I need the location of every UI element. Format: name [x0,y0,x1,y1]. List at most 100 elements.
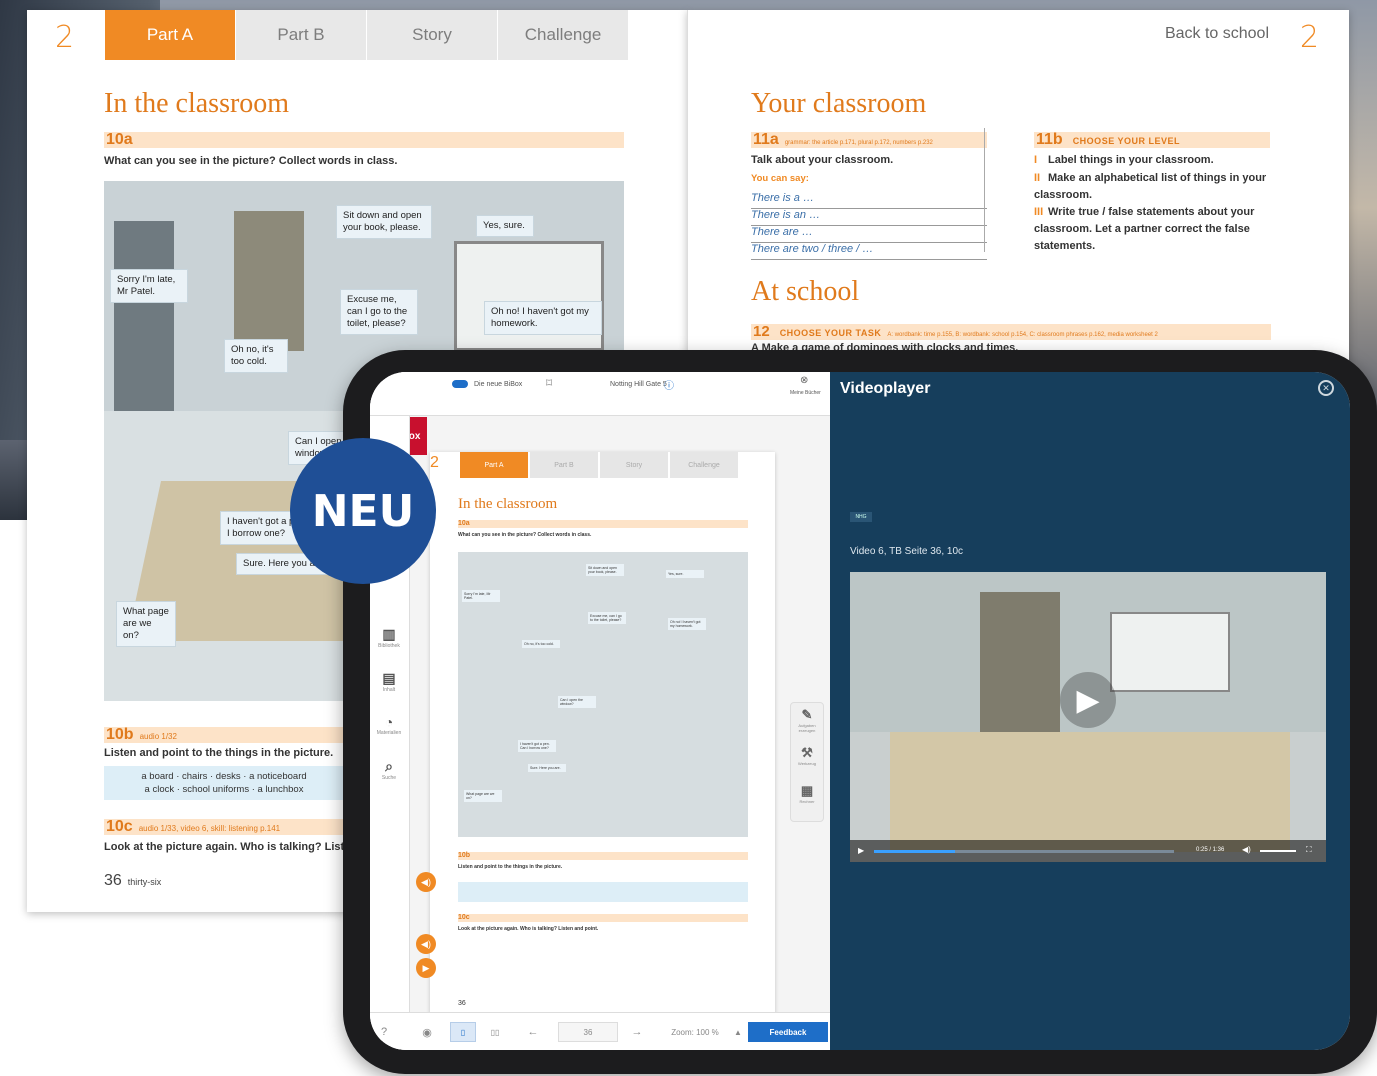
task-10b: 10b audio 1/32 [104,727,344,743]
mini-task-10b: 10b [458,852,748,860]
speech-bubble: Excuse me, can I go to the toilet, pleas… [340,289,418,335]
unit-number: 2 [55,20,75,55]
video-frame[interactable]: ▶ ▶ 0:25 / 1:36 ◀) ⛶ [850,572,1326,862]
mini-tab-part-b[interactable]: Part B [530,452,598,478]
video-progress-fill [874,850,955,853]
tab-part-b[interactable]: Part B [236,10,366,60]
speech-bubble: Oh no, it's too cold. [224,339,288,373]
library-icon[interactable]: ▥ Bibliothek [374,626,404,649]
task-11b-level: CHOOSE YOUR LEVEL [1072,136,1181,146]
mini-tab-challenge[interactable]: Challenge [670,452,738,478]
fullscreen-icon[interactable]: ⛶ [1306,845,1312,855]
tab-story[interactable]: Story [367,10,497,60]
section-tabs: Part A Part B Story Challenge [105,10,629,60]
phrase-line: There is an … [751,209,987,226]
viewer-bottom-bar: ? ◉ ▯ ▯▯ ← 36 → Zoom: 100 % ▲ Feedback [370,1012,830,1050]
arrow-right-icon[interactable]: → [624,1022,650,1042]
close-icon[interactable]: ✕ [1318,380,1334,396]
level-item: I Label things in your classroom. [1034,152,1269,169]
task-11a-reference: grammar: the article p.171, plural p.172… [784,140,933,146]
calculator-icon[interactable]: ▦ Rechner [791,779,823,817]
search-icon[interactable]: ⌕ Suche [374,758,404,781]
mini-speech-bubble: Oh no! I haven't got my homework. [668,618,706,630]
contents-label: Inhalt [382,687,396,693]
speech-bubble: Yes, sure. [476,215,534,237]
tab-part-a[interactable]: Part A [105,10,235,60]
mini-speech-bubble: Sure. Here you are. [528,764,566,772]
level-item: II Make an alphabetical list of things in… [1034,170,1269,204]
speech-bubble: Sit down and open your book, please. [336,205,432,239]
video-caption: Video 6, TB Seite 36, 10c [850,546,964,557]
my-books-icon[interactable]: ⊗ [800,375,808,386]
task-12-level: CHOOSE YOUR TASK [779,328,882,338]
eye-icon[interactable]: ◉ [416,1022,438,1042]
tools-icon[interactable]: ⚒ Werkzeug [791,741,823,779]
video-time: 0:25 / 1:36 [1196,847,1225,853]
mini-speech-bubble: Yes, sure. [666,570,704,578]
page-input[interactable]: 36 [558,1022,618,1042]
feedback-button[interactable]: Feedback [748,1022,828,1042]
video-progress-bar[interactable] [874,850,1174,853]
audio-button[interactable]: ◀) [416,934,436,954]
my-books-label[interactable]: Meine Bücher [790,390,821,396]
arrow-left-icon[interactable]: ← [520,1022,546,1042]
help-icon[interactable]: ? [374,1022,394,1042]
audio-button[interactable]: ◀) [416,872,436,892]
page-title: In the classroom [104,88,290,119]
video-scene-shelf [980,592,1060,752]
volume-slider[interactable] [1260,850,1296,852]
mini-speech-bubble: Sorry I'm late, Mr Patel. [462,590,500,602]
book-title: Notting Hill Gate 5 [610,381,667,388]
tab-challenge[interactable]: Challenge [498,10,628,60]
mini-tab-part-a[interactable]: Part A [460,452,528,478]
task-11b-number: 11b [1036,131,1063,148]
mini-task-10c-instruction: Look at the picture again. Who is talkin… [458,926,599,932]
task-10a-number: 10a [106,131,133,148]
toggle-switch[interactable] [452,380,468,388]
speech-bubble: Sorry I'm late, Mr Patel. [110,269,188,303]
phrase-line: There are … [751,226,987,243]
mini-task-10c: 10c [458,914,748,922]
mini-tab-story[interactable]: Story [600,452,668,478]
mini-speech-bubble: What page are we on? [464,790,502,802]
single-page-icon[interactable]: ▯ [450,1022,476,1042]
task-11a-instruction: Talk about your classroom. [751,154,894,166]
new-badge: NEU [290,438,436,584]
video-scene-table [890,732,1290,852]
materials-icon-glyph: ◔ [384,714,394,730]
task-12-number: 12 [753,323,770,340]
tablet-device: Die neue BiBox ⌑ Notting Hill Gate 5 ⓘ ⊗… [343,350,1377,1074]
toggle-label: Die neue BiBox [474,381,523,388]
materials-label: Materialien [376,730,402,736]
mini-speech-bubble: Can I open the window? [558,696,596,708]
zoom-up-icon[interactable]: ▲ [732,1022,744,1042]
mini-page-title: In the classroom [458,496,558,512]
speech-bubble: What page are we on? [116,601,176,647]
chapter-header: Back to school [1164,25,1269,42]
volume-icon[interactable]: ◀) [1242,845,1251,854]
mini-illustration[interactable]: Sorry I'm late, Mr Patel. Sit down and o… [458,552,748,837]
phrase-line: There are two / three / … [751,243,987,260]
play-icon[interactable]: ▶ [1060,672,1116,728]
task-10a: 10a [104,132,624,148]
double-page-icon[interactable]: ▯▯ [482,1022,508,1042]
materials-icon[interactable]: ◔ Materialien [374,714,404,736]
ebook-page: 2 Part A Part B Story Challenge In the c… [430,452,775,1022]
mini-speech-bubble: Excuse me, can I go to the toilet, pleas… [588,612,626,624]
task-10c: 10c audio 1/33, video 6, skill: listening… [104,819,344,835]
edit-icon[interactable]: ✎ Aufgaben erzeugen [791,703,823,741]
task-10b-reference: audio 1/32 [139,732,177,741]
mini-task-10a: 10a [458,520,748,528]
illustration-shelf [234,211,304,351]
video-button[interactable]: ▶ [416,958,436,978]
zoom-control[interactable]: Zoom: 100 % [660,1022,730,1042]
task-10c-number: 10c [106,818,133,835]
info-icon[interactable]: ⓘ [664,377,674,392]
book-icon[interactable]: ▤ Inhalt [374,670,404,693]
ebook-viewer: Die neue BiBox ⌑ Notting Hill Gate 5 ⓘ ⊗… [370,372,830,1050]
mini-page-number: 36 [458,1000,466,1007]
bookmark-icon[interactable]: ⌑ [546,376,552,390]
task-12-reference: A: wordbank: time p.155, B: wordbank: sc… [887,332,1158,338]
tools-panel: ✎ Aufgaben erzeugen ⚒ Werkzeug ▦ Rechner [790,702,824,822]
play-small-icon[interactable]: ▶ [858,846,864,855]
